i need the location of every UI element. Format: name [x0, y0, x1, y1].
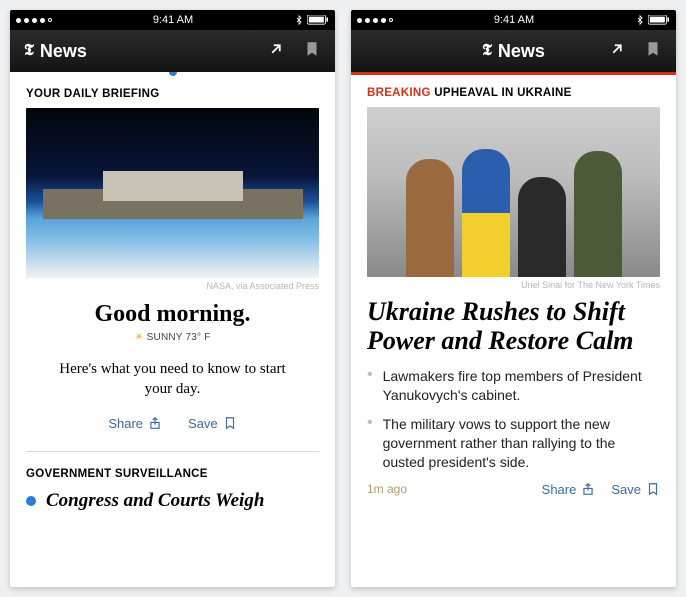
greeting-headline: Good morning. [26, 301, 319, 328]
share-button[interactable]: Share [542, 482, 596, 497]
hero-image-ukraine[interactable] [367, 107, 660, 277]
bookmark-icon [303, 40, 321, 58]
share-button[interactable]: Share [108, 416, 162, 431]
bluetooth-icon [635, 15, 645, 25]
content-left: YOUR DAILY BRIEFING NASA, via Associated… [10, 76, 335, 587]
time-ago: 1m ago [367, 482, 407, 496]
bookmark-button[interactable] [303, 40, 321, 63]
figure-person [406, 159, 454, 277]
divider [26, 451, 319, 452]
brand[interactable]: 𝕿 News [24, 41, 87, 62]
bookmark-button[interactable] [644, 40, 662, 63]
briefing-actions: Share Save [26, 416, 319, 431]
bookmark-outline-icon [646, 482, 660, 496]
briefing-kicker: YOUR DAILY BRIEFING [26, 88, 319, 100]
nav-bar: 𝕿 News [10, 30, 335, 72]
battery-icon [648, 15, 670, 25]
photo-credit: NASA, via Associated Press [26, 281, 319, 291]
figure-person-flag [462, 149, 510, 277]
nyt-logo-icon: 𝕿 [24, 42, 34, 60]
figure-person [574, 151, 622, 277]
bluetooth-icon [294, 15, 304, 25]
article-headline[interactable]: Ukraine Rushes to Shift Power and Restor… [367, 298, 660, 355]
save-button[interactable]: Save [188, 416, 237, 431]
signal-dots [16, 18, 52, 23]
arrow-up-right-icon [608, 40, 626, 58]
save-button[interactable]: Save [611, 482, 660, 497]
share-icon [581, 482, 595, 496]
bookmark-outline-icon [223, 416, 237, 430]
bookmark-icon [644, 40, 662, 58]
open-external-button[interactable] [267, 40, 285, 63]
phone-left: 9:41 AM 𝕿 News YOUR DAILY BRIEFING NASA,… [10, 10, 335, 587]
meta-row: 1m ago Share Save [367, 482, 660, 497]
figure-person [518, 177, 566, 277]
status-right [635, 15, 670, 25]
bullet-dot-icon [26, 496, 36, 506]
nav-title: News [40, 41, 87, 62]
status-time: 9:41 AM [153, 14, 193, 26]
nyt-logo-icon: 𝕿 [482, 42, 492, 60]
share-icon [148, 416, 162, 430]
story-title: Congress and Courts Weigh [46, 490, 264, 513]
intro-text: Here's what you need to know to start yo… [44, 359, 301, 400]
sun-icon: ☀ [135, 332, 144, 343]
photo-credit: Uriel Sinai for The New York Times [367, 280, 660, 290]
hero-image-iss[interactable] [26, 108, 319, 278]
brand[interactable]: 𝕿 News [482, 41, 545, 62]
bullet-item: Lawmakers fire top members of President … [367, 367, 660, 405]
open-external-button[interactable] [608, 40, 626, 63]
status-time: 9:41 AM [494, 14, 534, 26]
signal-dots [357, 18, 393, 23]
bullet-item: The military vows to support the new gov… [367, 415, 660, 472]
phone-right: 9:41 AM 𝕿 News BREAKING UPHEAVAL IN UKRA… [351, 10, 676, 587]
content-right: BREAKING UPHEAVAL IN UKRAINE Uriel Sinai… [351, 75, 676, 587]
status-bar: 9:41 AM [10, 10, 335, 30]
status-bar: 9:41 AM [351, 10, 676, 30]
status-right [294, 15, 329, 25]
section-label: GOVERNMENT SURVEILLANCE [26, 468, 319, 480]
battery-icon [307, 15, 329, 25]
story-row[interactable]: Congress and Courts Weigh [26, 490, 319, 513]
arrow-up-right-icon [267, 40, 285, 58]
breaking-kicker: BREAKING UPHEAVAL IN UKRAINE [367, 87, 660, 99]
summary-bullets: Lawmakers fire top members of President … [367, 367, 660, 471]
nav-title: News [498, 41, 545, 62]
nav-bar: 𝕿 News [351, 30, 676, 72]
weather-line: ☀SUNNY 73° F [26, 332, 319, 343]
